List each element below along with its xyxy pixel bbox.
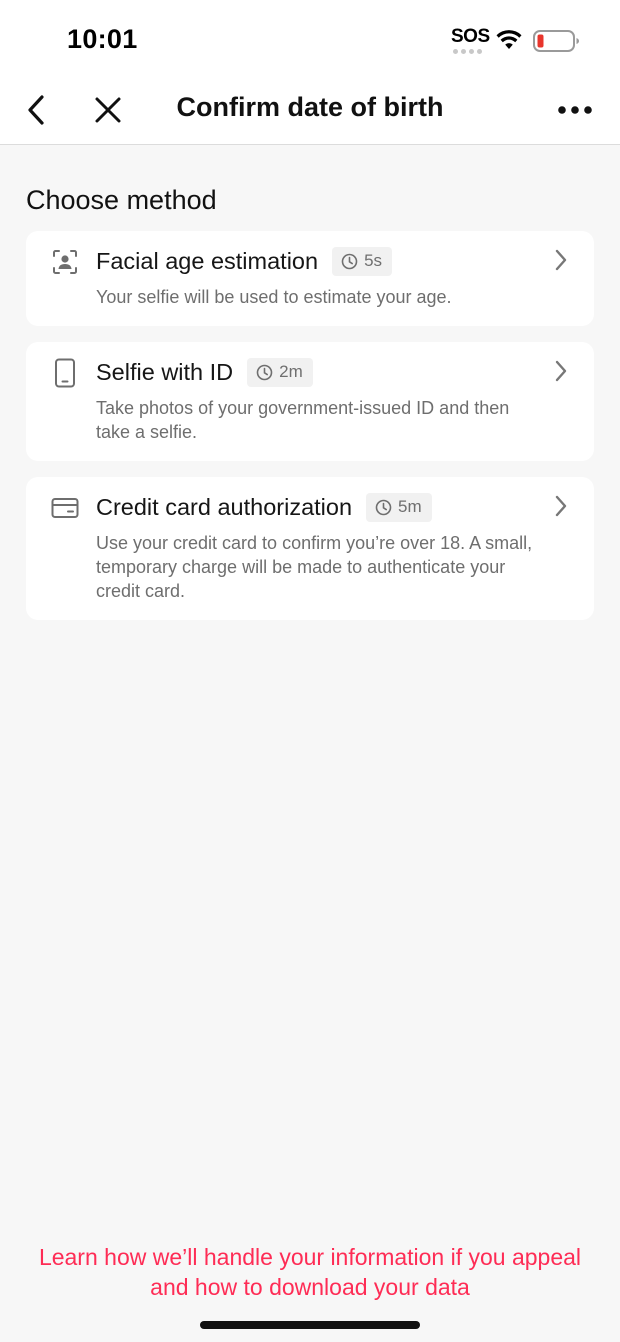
credit-card-icon: [50, 493, 80, 523]
learn-more-link[interactable]: Learn how we’ll handle your information …: [0, 1242, 620, 1302]
more-icon: [558, 106, 592, 114]
nav-bar: Confirm date of birth: [0, 76, 620, 145]
battery-icon: [533, 29, 581, 53]
method-card-credit-card[interactable]: Credit card authorization 5m Use your cr…: [26, 477, 594, 620]
method-description: Take photos of your government-issued ID…: [96, 398, 510, 442]
sos-indicator: SOS: [451, 26, 490, 47]
clock-icon: [375, 499, 392, 516]
duration-text: 5s: [364, 251, 383, 270]
home-indicator[interactable]: [200, 1321, 420, 1329]
chevron-right-icon: [550, 493, 572, 519]
duration-badge: 5m: [366, 492, 432, 522]
chevron-right-icon: [550, 358, 572, 384]
phone-icon: [50, 358, 80, 388]
clock-icon: [341, 253, 358, 270]
wifi-icon: [496, 29, 522, 51]
duration-text: 5m: [398, 497, 422, 516]
method-title: Credit card authorization: [96, 493, 353, 520]
page-title: Confirm date of birth: [176, 92, 444, 122]
more-options-button[interactable]: [552, 90, 598, 130]
method-description: Your selfie will be used to estimate you…: [96, 287, 452, 307]
status-time: 10:01: [67, 24, 138, 54]
duration-badge: 5s: [332, 246, 393, 276]
duration-badge: 2m: [247, 357, 313, 387]
duration-text: 2m: [279, 362, 303, 381]
method-card-facial-age[interactable]: Facial age estimation 5s Your selfie wil…: [26, 231, 594, 326]
method-card-selfie-id[interactable]: Selfie with ID 2m Take photos of your go…: [26, 342, 594, 461]
status-bar: 10:01 SOS: [0, 0, 620, 76]
signal-dots-icon: [453, 49, 485, 54]
method-title: Facial age estimation: [96, 247, 319, 274]
section-title: Choose method: [26, 185, 217, 215]
method-description: Use your credit card to confirm you’re o…: [96, 533, 533, 601]
face-scan-icon: [50, 247, 80, 277]
method-title: Selfie with ID: [96, 358, 234, 385]
clock-icon: [256, 364, 273, 381]
chevron-right-icon: [550, 247, 572, 273]
